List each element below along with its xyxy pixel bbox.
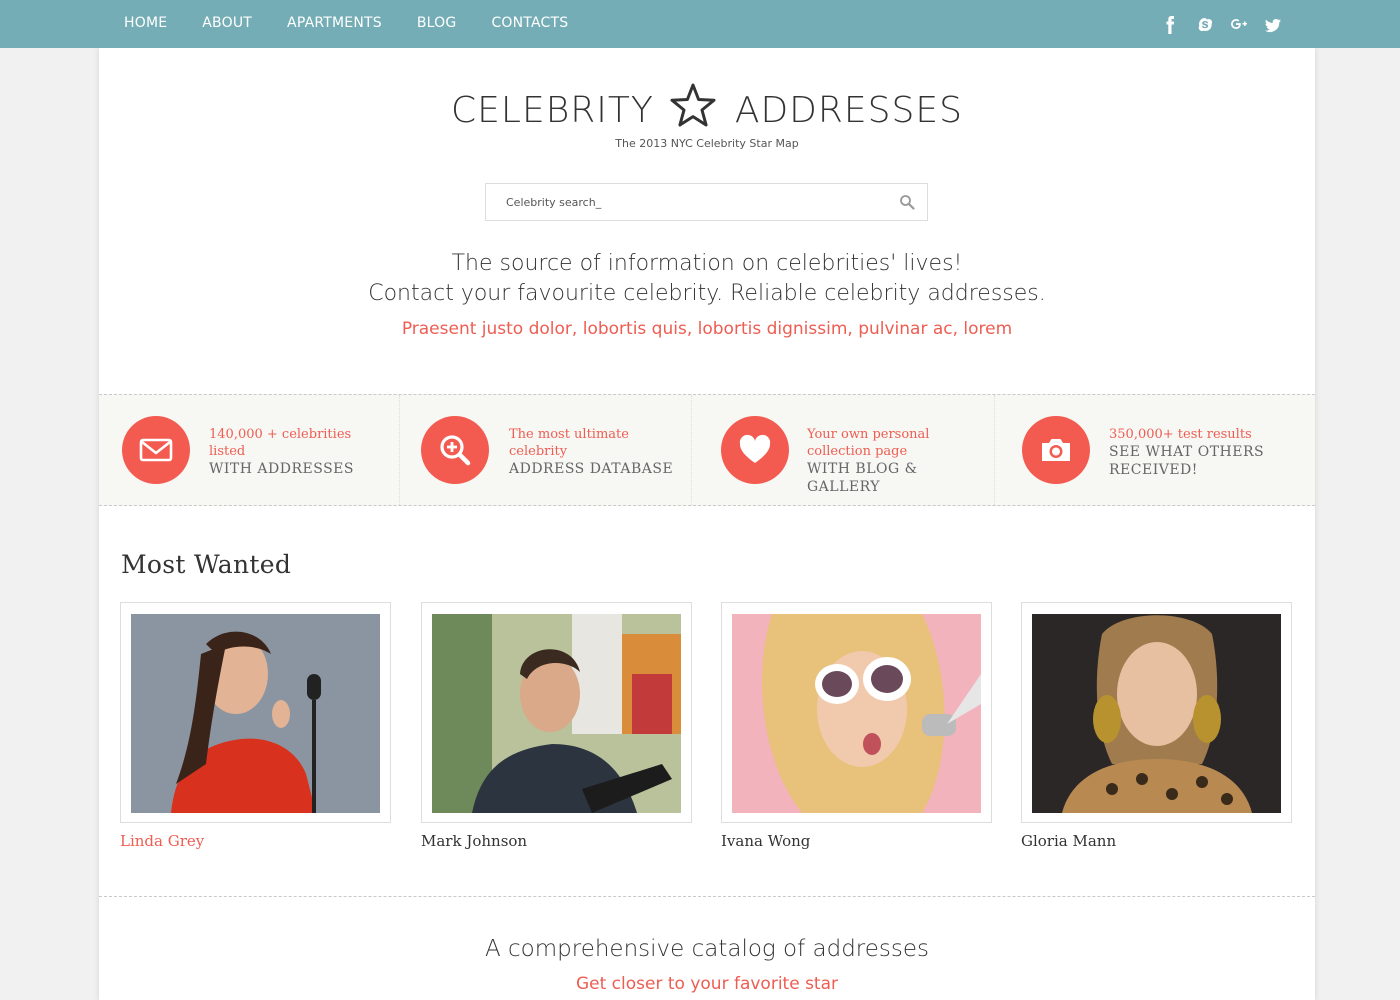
feature-highlight: 350,000+ test results xyxy=(1109,427,1252,442)
celebrity-search xyxy=(485,183,928,221)
feature-text: 140,000 + celebrities listed WITH ADDRES… xyxy=(209,426,389,478)
photo-frame xyxy=(721,602,992,823)
search-input[interactable] xyxy=(486,184,886,220)
star-icon xyxy=(670,82,716,128)
nav-contacts[interactable]: CONTACTS xyxy=(491,0,568,48)
feature-sub: WITH BLOG & GALLERY xyxy=(807,461,918,495)
nav-apartments[interactable]: APARTMENTS xyxy=(287,0,382,48)
celebrity-card[interactable]: Gloria Mann xyxy=(1021,602,1292,850)
celebrity-photo[interactable] xyxy=(1032,614,1281,813)
feature-text: 350,000+ test results SEE WHAT OTHERS RE… xyxy=(1109,426,1289,479)
celebrity-card[interactable]: Ivana Wong xyxy=(721,602,992,850)
camera-icon xyxy=(1022,416,1090,484)
celebrity-card[interactable]: Mark Johnson xyxy=(421,602,692,850)
feature-sub: ADDRESS DATABASE xyxy=(509,461,674,477)
photo-frame xyxy=(120,602,391,823)
section-divider xyxy=(99,896,1315,897)
feature-item: 350,000+ test results SEE WHAT OTHERS RE… xyxy=(995,395,1315,505)
site-tagline: The 2013 NYC Celebrity Star Map xyxy=(615,137,799,150)
celebrity-name[interactable]: Gloria Mann xyxy=(1021,832,1292,850)
celebrity-photo[interactable] xyxy=(432,614,681,813)
main-panel: CELEBRITY ADDRESSES The 2013 NYC Celebri… xyxy=(99,48,1315,1000)
top-nav-bar: HOME ABOUT APARTMENTS BLOG CONTACTS xyxy=(0,0,1400,48)
intro-line-2: Contact your favourite celebrity. Reliab… xyxy=(368,281,1046,306)
celebrity-card[interactable]: Linda Grey xyxy=(120,602,391,850)
facebook-icon[interactable] xyxy=(1162,15,1180,35)
search-icon[interactable] xyxy=(899,194,915,210)
catalog-subtitle: Get closer to your favorite star xyxy=(575,974,838,994)
celebrity-name[interactable]: Linda Grey xyxy=(120,832,391,850)
feature-item: The most ultimate celebrity ADDRESS DATA… xyxy=(400,395,692,505)
feature-sub: WITH ADDRESSES xyxy=(209,461,354,477)
feature-highlight: 140,000 + celebrities listed xyxy=(209,427,352,459)
feature-highlight: Your own personal collection page xyxy=(807,427,930,459)
heart-icon xyxy=(721,416,789,484)
logo-text-right: ADDRESSES xyxy=(734,90,963,131)
skype-icon[interactable] xyxy=(1196,15,1214,35)
nav-blog[interactable]: BLOG xyxy=(417,0,457,48)
photo-frame xyxy=(1021,602,1292,823)
feature-text: Your own personal collection page WITH B… xyxy=(807,426,987,496)
google-plus-icon[interactable] xyxy=(1230,15,1248,35)
feature-sub: SEE WHAT OTHERS RECEIVED! xyxy=(1109,444,1265,478)
celebrity-photo[interactable] xyxy=(131,614,380,813)
feature-item: Your own personal collection page WITH B… xyxy=(692,395,995,505)
section-title-most-wanted: Most Wanted xyxy=(121,550,292,579)
main-nav: HOME ABOUT APARTMENTS BLOG CONTACTS xyxy=(124,0,603,48)
celebrity-photo[interactable] xyxy=(732,614,981,813)
envelope-icon xyxy=(122,416,190,484)
social-links xyxy=(1162,15,1282,35)
intro-line-3: Praesent justo dolor, lobortis quis, lob… xyxy=(401,319,1013,339)
catalog-title: A comprehensive catalog of addresses xyxy=(484,936,930,962)
photo-frame xyxy=(421,602,692,823)
nav-about[interactable]: ABOUT xyxy=(202,0,252,48)
feature-text: The most ultimate celebrity ADDRESS DATA… xyxy=(509,426,689,478)
feature-highlight: The most ultimate celebrity xyxy=(509,427,629,459)
feature-item: 140,000 + celebrities listed WITH ADDRES… xyxy=(99,395,400,505)
intro-line-1: The source of information on celebrities… xyxy=(451,251,963,276)
twitter-icon[interactable] xyxy=(1264,15,1282,35)
site-logo[interactable]: CELEBRITY ADDRESSES xyxy=(99,82,1315,131)
celebrity-name[interactable]: Ivana Wong xyxy=(721,832,992,850)
nav-home[interactable]: HOME xyxy=(124,0,167,48)
logo-text-left: CELEBRITY xyxy=(451,90,654,131)
celebrity-name[interactable]: Mark Johnson xyxy=(421,832,692,850)
features-strip: 140,000 + celebrities listed WITH ADDRES… xyxy=(99,394,1315,506)
search-plus-icon xyxy=(421,416,489,484)
